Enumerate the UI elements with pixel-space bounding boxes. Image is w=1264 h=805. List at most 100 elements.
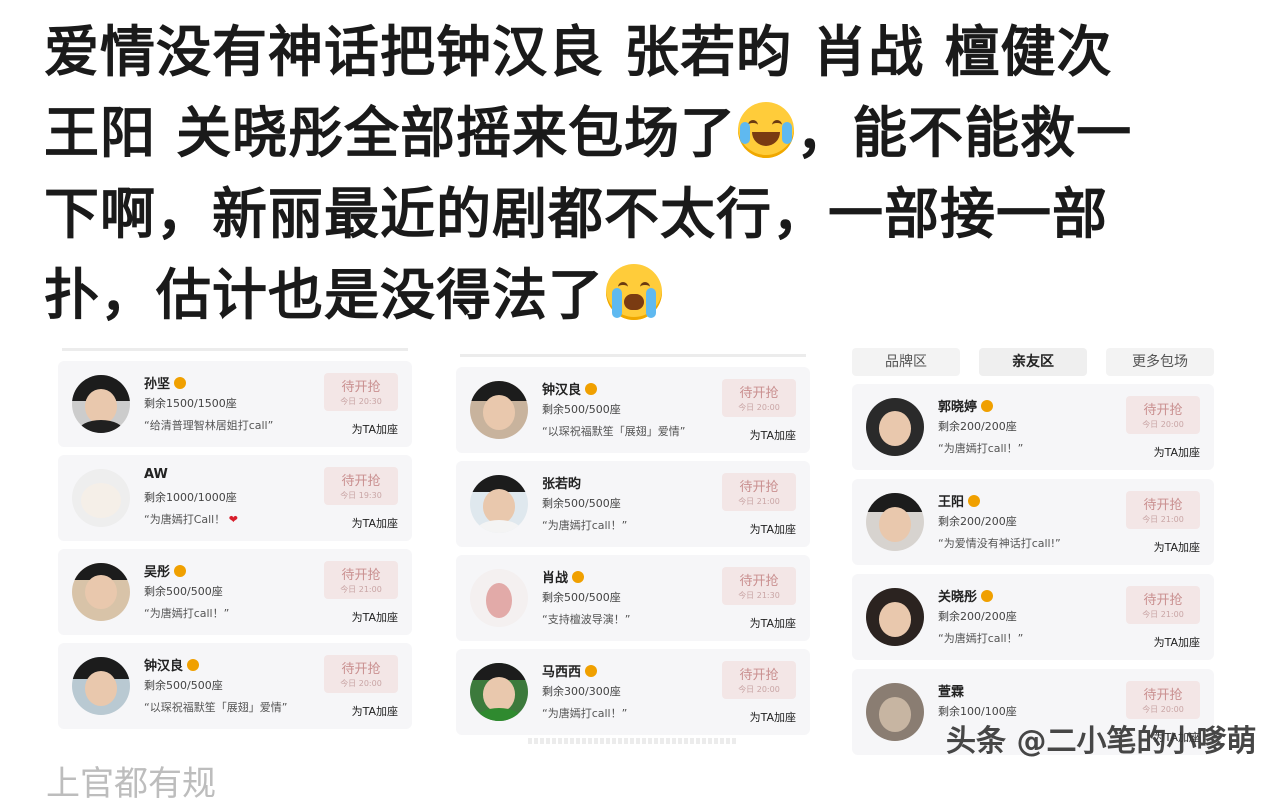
card-slogan: “为唐嫣打Call！ ❤	[144, 513, 238, 526]
add-seat-button[interactable]: 为TA加座	[1154, 444, 1200, 460]
add-seat-button[interactable]: 为TA加座	[352, 515, 398, 531]
avatar	[470, 569, 528, 627]
card-slogan: “为唐嫣打call！”	[542, 519, 628, 532]
avatar	[866, 493, 924, 551]
card-name: 吴彤	[144, 561, 187, 580]
tab-brand[interactable]: 品牌区	[852, 348, 960, 376]
tab-bar: 品牌区 亲友区 更多包场	[852, 348, 1214, 378]
booking-list-left: 孙坚 剩余1500/1500座 “给清普理智林居姐打call” 待开抢 今日 20…	[58, 340, 412, 737]
watermark: 头条 @二小笔的小嗲萌	[946, 724, 1257, 759]
status-button[interactable]: 待开抢 今日 19:30	[324, 467, 398, 505]
heart-icon: ❤	[228, 513, 238, 526]
avatar	[866, 588, 924, 646]
status-button[interactable]: 待开抢 今日 21:00	[722, 473, 796, 511]
avatar	[470, 475, 528, 533]
avatar	[72, 375, 130, 433]
card-name: 孙坚	[144, 373, 187, 392]
verified-badge-icon	[981, 400, 994, 412]
avatar	[72, 657, 130, 715]
booking-card: 钟汉良 剩余500/500座 “以琛祝福默笙「展翅」爱情” 待开抢 今日 20:0…	[58, 643, 412, 729]
card-seats: 剩余500/500座	[542, 591, 621, 604]
card-slogan: “为唐嫣打call！”	[542, 707, 628, 720]
avatar	[72, 563, 130, 621]
status-button[interactable]: 待开抢 今日 21:00	[1126, 491, 1200, 529]
card-seats: 剩余1500/1500座	[144, 397, 237, 410]
divider	[460, 346, 806, 357]
avatar	[470, 381, 528, 439]
status-button[interactable]: 待开抢 今日 20:00	[1126, 396, 1200, 434]
post-line-text: 扑，估计也是没得法了	[44, 263, 605, 327]
post-text: 爱情没有神话把钟汉良 张若昀 肖战 檀健次 王阳 关晓彤全部摇来包场了 ，能不能救…	[44, 12, 1224, 336]
status-button[interactable]: 待开抢 今日 20:30	[324, 373, 398, 411]
verified-badge-icon	[585, 383, 598, 395]
verified-badge-icon	[187, 659, 200, 671]
card-seats: 剩余500/500座	[542, 403, 621, 416]
card-name: 萱霖	[938, 685, 965, 700]
status-button[interactable]: 待开抢 今日 21:00	[324, 561, 398, 599]
tab-more[interactable]: 更多包场	[1106, 348, 1214, 376]
avatar	[866, 398, 924, 456]
post-line-text: 王阳 关晓彤全部摇来包场了	[44, 101, 737, 165]
add-seat-button[interactable]: 为TA加座	[1154, 539, 1200, 555]
status-button[interactable]: 待开抢 今日 20:00	[722, 661, 796, 699]
post-line-text: 爱情没有神话把钟汉良 张若昀 肖战 檀健次	[44, 20, 1113, 84]
card-name: 张若昀	[542, 477, 582, 492]
status-button[interactable]: 待开抢 今日 21:00	[1126, 586, 1200, 624]
booking-card: 吴彤 剩余500/500座 “为唐嫣打call！” 待开抢 今日 21:00 为T…	[58, 549, 412, 635]
loudly-crying-emoji-icon	[606, 264, 663, 320]
card-seats: 剩余300/300座	[542, 685, 621, 698]
post-line-3: 下啊，新丽最近的剧都不太行，一部接一部	[44, 174, 1224, 255]
card-name: 关晓彤	[938, 586, 994, 605]
verified-badge-icon	[174, 565, 187, 577]
laughing-tears-emoji-icon	[738, 102, 795, 158]
booking-card: AW 剩余1000/1000座 “为唐嫣打Call！ ❤ 待开抢 今日 19:30…	[58, 455, 412, 541]
card-slogan: “为唐嫣打call！”	[144, 607, 230, 620]
booking-list-right: 品牌区 亲友区 更多包场 郭晓婷 剩余200/200座 “为唐嫣打call！” …	[852, 348, 1214, 764]
status-button[interactable]: 待开抢 今日 20:00	[324, 655, 398, 693]
avatar	[72, 469, 130, 527]
booking-card: 关晓彤 剩余200/200座 “为唐嫣打call！” 待开抢 今日 21:00 为…	[852, 574, 1214, 660]
post-line-text: ，能不能救一	[796, 101, 1133, 165]
card-seats: 剩余500/500座	[144, 585, 223, 598]
booking-card: 王阳 剩余200/200座 “为爱情没有神话打call!” 待开抢 今日 21:0…	[852, 479, 1214, 565]
add-seat-button[interactable]: 为TA加座	[750, 615, 796, 631]
verified-badge-icon	[981, 590, 994, 602]
card-slogan: “支持檀波导演！”	[542, 613, 631, 626]
booking-list-middle: 钟汉良 剩余500/500座 “以琛祝福默笙「展翅」爱情” 待开抢 今日 20:0…	[456, 346, 810, 743]
avatar	[866, 683, 924, 741]
card-slogan: “为唐嫣打call！”	[938, 442, 1024, 455]
card-slogan: “以琛祝福默笙「展翅」爱情”	[542, 425, 686, 438]
post-line-4: 扑，估计也是没得法了	[44, 255, 1224, 336]
add-seat-button[interactable]: 为TA加座	[750, 709, 796, 725]
card-seats: 剩余500/500座	[542, 497, 621, 510]
add-seat-button[interactable]: 为TA加座	[352, 421, 398, 437]
tab-friends[interactable]: 亲友区	[979, 348, 1087, 376]
add-seat-button[interactable]: 为TA加座	[750, 427, 796, 443]
add-seat-button[interactable]: 为TA加座	[750, 521, 796, 537]
cut-off-text: 上官都有规	[46, 764, 216, 804]
divider	[62, 340, 408, 351]
card-slogan: “以琛祝福默笙「展翅」爱情”	[144, 701, 288, 714]
add-seat-button[interactable]: 为TA加座	[352, 703, 398, 719]
verified-badge-icon	[174, 377, 187, 389]
post-line-1: 爱情没有神话把钟汉良 张若昀 肖战 檀健次	[44, 12, 1224, 93]
scroll-indicator	[528, 738, 738, 744]
card-slogan: “为爱情没有神话打call!”	[938, 537, 1061, 550]
post-line-text: 下啊，新丽最近的剧都不太行，一部接一部	[44, 182, 1109, 246]
add-seat-button[interactable]: 为TA加座	[352, 609, 398, 625]
card-name: 钟汉良	[542, 379, 598, 398]
status-button[interactable]: 待开抢 今日 21:30	[722, 567, 796, 605]
verified-badge-icon	[968, 495, 981, 507]
status-button[interactable]: 待开抢 今日 20:00	[1126, 681, 1200, 719]
card-seats: 剩余500/500座	[144, 679, 223, 692]
card-seats: 剩余200/200座	[938, 515, 1017, 528]
card-slogan: “为唐嫣打call！”	[938, 632, 1024, 645]
status-button[interactable]: 待开抢 今日 20:00	[722, 379, 796, 417]
post-line-2: 王阳 关晓彤全部摇来包场了 ，能不能救一	[44, 93, 1224, 174]
booking-card: 肖战 剩余500/500座 “支持檀波导演！” 待开抢 今日 21:30 为TA加…	[456, 555, 810, 641]
booking-card: 郭晓婷 剩余200/200座 “为唐嫣打call！” 待开抢 今日 20:00 为…	[852, 384, 1214, 470]
card-name: 钟汉良	[144, 655, 200, 674]
booking-card: 钟汉良 剩余500/500座 “以琛祝福默笙「展翅」爱情” 待开抢 今日 20:0…	[456, 367, 810, 453]
add-seat-button[interactable]: 为TA加座	[1154, 634, 1200, 650]
card-name: AW	[144, 467, 168, 482]
